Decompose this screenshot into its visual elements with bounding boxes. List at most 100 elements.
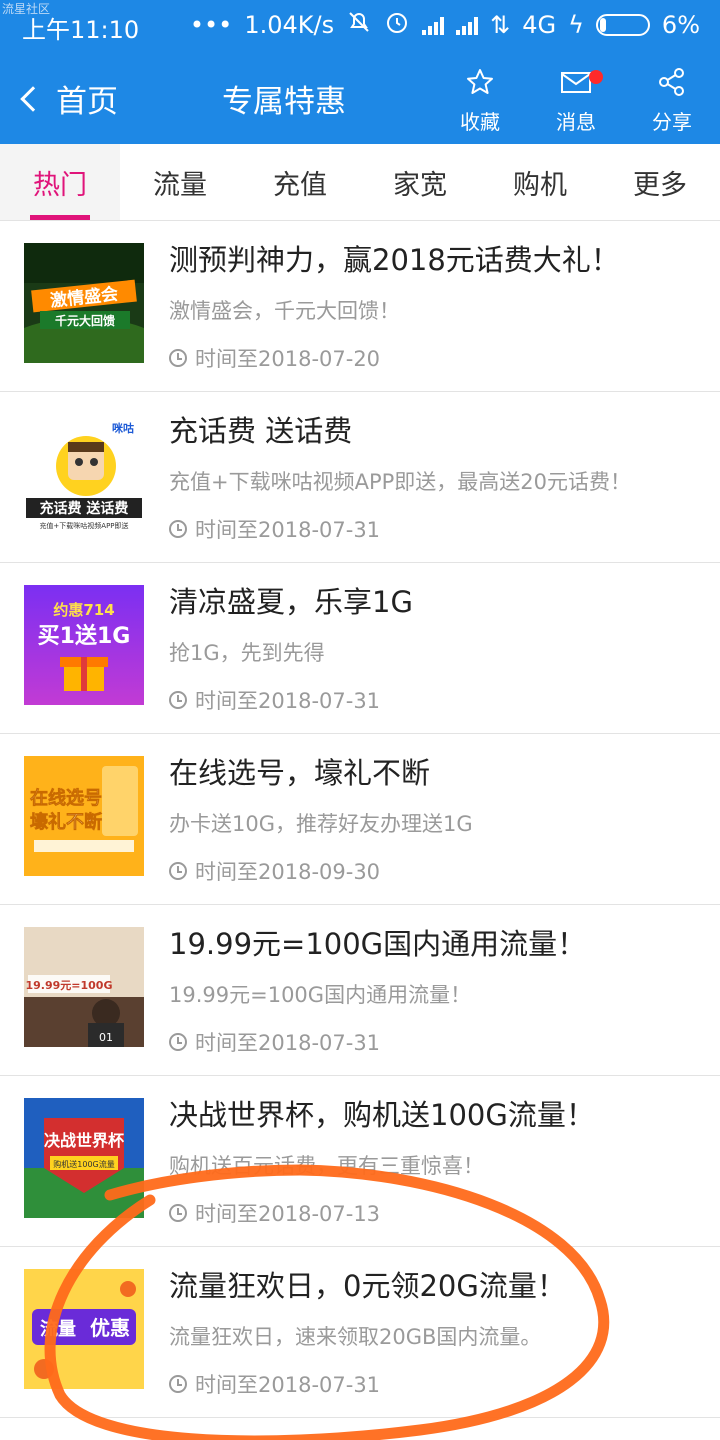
list-item[interactable]: 流量 优惠 流量狂欢日，0元领20G流量！ 流量狂欢日，速来领取20GB国内流量…	[0, 1247, 720, 1418]
favorite-button[interactable]: 收藏	[440, 64, 520, 135]
deadline-text: 时间至2018-07-13	[195, 1202, 381, 1226]
thumb-caption: 决战世界杯	[44, 1131, 125, 1150]
promo-thumbnail: 咪咕 充话费 送话费 充值+下载咪咕视频APP即送	[24, 414, 144, 534]
thumb-caption: 流量	[40, 1318, 76, 1340]
thumb-caption: 01	[99, 1031, 113, 1044]
promo-subtitle: 抢1G，先到先得	[169, 641, 325, 665]
deadline-text: 时间至2018-09-30	[195, 860, 381, 884]
list-item[interactable]: 决战世界杯 购机送100G流量 决战世界杯，购机送100G流量！ 购机送百元话费…	[0, 1076, 720, 1247]
tab-phones[interactable]: 购机	[480, 144, 600, 220]
tab-recharge[interactable]: 充值	[240, 144, 360, 220]
battery-level: 6%	[661, 11, 700, 39]
promo-subtitle: 流量狂欢日，速来领取20GB国内流量。	[169, 1325, 542, 1349]
app-screen: 流星社区 上午11:10 ••• 1.04K/s ⇅ 4G ϟ 6% 首页 专属…	[0, 0, 720, 1440]
list-item[interactable]: 在线选号 壕礼不断 在线选号，壕礼不断 办卡送10G，推荐好友办理送1G 时间至…	[0, 734, 720, 905]
promo-deadline: 时间至2018-09-30	[169, 856, 380, 886]
back-button[interactable]: 首页	[18, 76, 118, 121]
title-bar: 首页 专属特惠 收藏 消息 分享	[0, 50, 720, 144]
status-time: 上午11:10	[22, 16, 140, 44]
promo-title: 流量狂欢日，0元领20G流量！	[169, 1269, 566, 1303]
promo-thumbnail: 决战世界杯 购机送100G流量	[24, 1098, 144, 1218]
category-tabs: 热门 流量 充值 家宽 购机 更多	[0, 144, 720, 221]
promo-title: 决战世界杯，购机送100G流量！	[169, 1098, 595, 1132]
messages-button[interactable]: 消息	[536, 64, 616, 135]
status-bar: 流星社区 上午11:10 ••• 1.04K/s ⇅ 4G ϟ 6%	[0, 0, 720, 50]
promo-thumbnail: 激情盛会 千元大回馈	[24, 243, 144, 363]
network-speed: 1.04K/s	[244, 11, 335, 39]
unread-dot	[589, 70, 603, 84]
network-type: 4G	[522, 11, 557, 39]
tab-data[interactable]: 流量	[120, 144, 240, 220]
thumb-caption: 壕礼不断	[30, 811, 102, 833]
promo-deadline: 时间至2018-07-20	[169, 343, 380, 373]
signal-icon	[422, 15, 445, 35]
chevron-left-icon	[20, 85, 46, 112]
list-item[interactable]: 19.99元=100G 01 19.99元=100G国内通用流量！ 19.99元…	[0, 905, 720, 1076]
charging-icon: ϟ	[568, 11, 584, 39]
thumb-caption: 充值+下载咪咕视频APP即送	[39, 521, 128, 530]
promo-title: 充话费 送话费	[169, 414, 353, 448]
thumb-caption: 咪咕	[112, 421, 134, 435]
deadline-text: 时间至2018-07-20	[195, 347, 381, 371]
thumb-caption: 在线选号	[30, 787, 102, 809]
clock-icon	[169, 349, 187, 367]
thumb-caption: 约惠714	[53, 601, 114, 619]
promo-deadline: 时间至2018-07-31	[169, 1027, 380, 1057]
deadline-text: 时间至2018-07-31	[195, 518, 381, 542]
more-dots-icon: •••	[189, 11, 233, 39]
tab-broadband[interactable]: 家宽	[360, 144, 480, 220]
tab-hot[interactable]: 热门	[0, 144, 120, 220]
clock-icon	[169, 862, 187, 880]
deadline-text: 时间至2018-07-31	[195, 1031, 381, 1055]
share-label: 分享	[652, 110, 692, 134]
battery-icon	[595, 14, 650, 36]
messages-label: 消息	[556, 110, 596, 134]
list-item[interactable]: 激情盛会 千元大回馈 测预判神力，赢2018元话费大礼！ 激情盛会，千元大回馈！…	[0, 221, 720, 392]
clock-icon	[169, 1204, 187, 1222]
clock-icon	[169, 1033, 187, 1051]
clock-icon	[169, 1375, 187, 1393]
promo-deadline: 时间至2018-07-13	[169, 1198, 380, 1228]
deadline-text: 时间至2018-07-31	[195, 689, 381, 713]
mute-icon	[346, 9, 372, 41]
star-icon	[440, 64, 520, 100]
back-label: 首页	[56, 84, 118, 120]
share-icon	[632, 64, 712, 100]
promo-subtitle: 购机送百元话费，更有三重惊喜！	[169, 1154, 484, 1178]
favorite-label: 收藏	[460, 110, 500, 134]
promo-thumbnail: 流量 优惠	[24, 1269, 144, 1389]
thumb-caption: 优惠	[90, 1316, 130, 1340]
mail-icon	[536, 64, 616, 100]
promo-subtitle: 充值+下载咪咕视频APP即送，最高送20元话费！	[169, 470, 632, 494]
promo-title: 测预判神力，赢2018元话费大礼！	[169, 243, 620, 277]
promo-deadline: 时间至2018-07-31	[169, 685, 380, 715]
promo-list: 激情盛会 千元大回馈 测预判神力，赢2018元话费大礼！ 激情盛会，千元大回馈！…	[0, 221, 720, 1418]
promo-title: 19.99元=100G国内通用流量！	[169, 927, 587, 961]
thumb-caption: 购机送100G流量	[53, 1159, 114, 1169]
promo-deadline: 时间至2018-07-31	[169, 1369, 380, 1399]
thumb-caption: 19.99元=100G	[25, 979, 112, 992]
list-item[interactable]: 咪咕 充话费 送话费 充值+下载咪咕视频APP即送 充话费 送话费 充值+下载咪…	[0, 392, 720, 563]
promo-title: 清凉盛夏，乐享1G	[169, 585, 413, 619]
promo-subtitle: 办卡送10G，推荐好友办理送1G	[169, 812, 473, 836]
promo-subtitle: 19.99元=100G国内通用流量！	[169, 983, 472, 1007]
list-item[interactable]: 约惠714 买1送1G 清凉盛夏，乐享1G 抢1G，先到先得 时间至2018-0…	[0, 563, 720, 734]
status-icons: ••• 1.04K/s ⇅ 4G ϟ 6%	[190, 8, 700, 42]
promo-thumbnail: 约惠714 买1送1G	[24, 585, 144, 705]
share-button[interactable]: 分享	[632, 64, 712, 135]
promo-subtitle: 激情盛会，千元大回馈！	[169, 299, 400, 323]
thumb-caption: 充话费 送话费	[40, 500, 129, 517]
promo-thumbnail: 在线选号 壕礼不断	[24, 756, 144, 876]
clock-icon	[169, 691, 187, 709]
thumb-caption: 买1送1G	[38, 623, 131, 649]
page-title: 专属特惠	[222, 84, 346, 120]
alarm-icon	[384, 9, 410, 41]
clock-icon	[169, 520, 187, 538]
promo-thumbnail: 19.99元=100G 01	[24, 927, 144, 1047]
promo-deadline: 时间至2018-07-31	[169, 514, 380, 544]
data-arrows-icon: ⇅	[490, 11, 511, 39]
tab-more[interactable]: 更多	[600, 144, 720, 220]
thumb-caption: 千元大回馈	[55, 313, 115, 328]
promo-title: 在线选号，壕礼不断	[169, 756, 431, 790]
signal-icon	[456, 15, 479, 35]
